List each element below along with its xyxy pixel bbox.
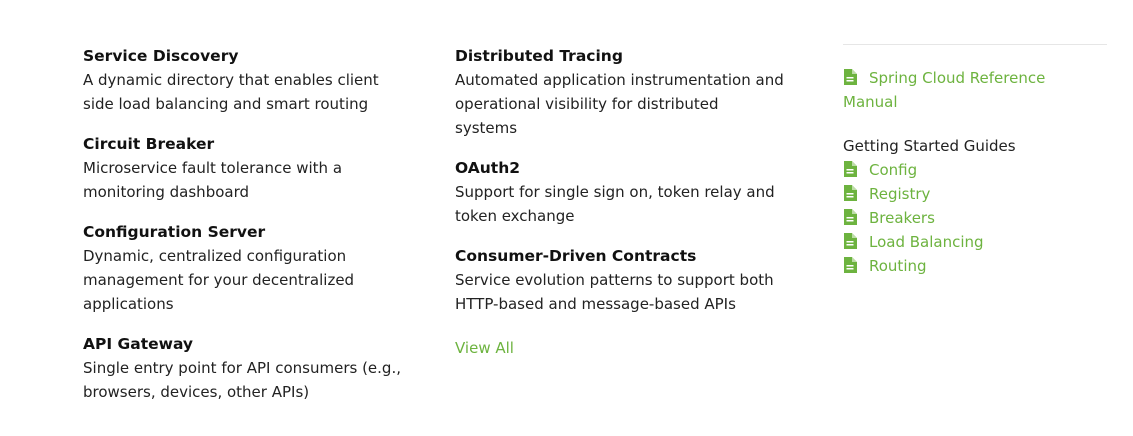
document-icon (844, 257, 857, 273)
reference-manual-link[interactable]: Spring Cloud Reference Manual (843, 66, 1093, 114)
feature-configuration-server: Configuration Server Dynamic, centralize… (83, 220, 413, 316)
feature-title: Service Discovery (83, 47, 239, 65)
document-icon (844, 161, 857, 177)
feature-title: Circuit Breaker (83, 135, 215, 153)
feature-consumer-driven-contracts: Consumer-Driven Contracts Service evolut… (455, 244, 785, 316)
feature-description: Dynamic, centralized configuration manag… (83, 247, 355, 313)
document-icon (844, 69, 857, 85)
feature-description: Single entry point for API consumers (e.… (83, 359, 401, 401)
guide-link-config[interactable]: Config (843, 158, 1107, 182)
features-column-right: Distributed Tracing Automated applicatio… (455, 44, 785, 360)
features-column-left: Service Discovery A dynamic directory th… (83, 44, 413, 420)
getting-started-guides: Getting Started Guides Config Registry B… (843, 134, 1107, 278)
feature-description: A dynamic directory that enables client … (83, 71, 379, 113)
feature-distributed-tracing: Distributed Tracing Automated applicatio… (455, 44, 785, 140)
feature-description: Automated application instrumentation an… (455, 71, 784, 137)
feature-description: Microservice fault tolerance with a moni… (83, 159, 343, 201)
document-icon (844, 233, 857, 249)
feature-title: Consumer-Driven Contracts (455, 247, 697, 265)
guide-link-breakers[interactable]: Breakers (843, 206, 1107, 230)
guide-label: Load Balancing (869, 233, 984, 251)
guides-heading: Getting Started Guides (843, 137, 1016, 155)
document-icon (844, 185, 857, 201)
feature-description: Service evolution patterns to support bo… (455, 271, 774, 313)
feature-title: API Gateway (83, 335, 194, 353)
guide-label: Config (869, 161, 918, 179)
feature-circuit-breaker: Circuit Breaker Microservice fault toler… (83, 132, 413, 204)
feature-title: Configuration Server (83, 223, 266, 241)
guide-link-load-balancing[interactable]: Load Balancing (843, 230, 1107, 254)
feature-title: Distributed Tracing (455, 47, 623, 65)
guide-link-routing[interactable]: Routing (843, 254, 1107, 278)
guide-label: Breakers (869, 209, 935, 227)
feature-api-gateway: API Gateway Single entry point for API c… (83, 332, 413, 404)
sidebar-divider (843, 44, 1107, 45)
guide-label: Registry (869, 185, 931, 203)
guide-label: Routing (869, 257, 927, 275)
feature-oauth2: OAuth2 Support for single sign on, token… (455, 156, 785, 228)
guide-link-registry[interactable]: Registry (843, 182, 1107, 206)
feature-title: OAuth2 (455, 159, 521, 177)
document-icon (844, 209, 857, 225)
feature-service-discovery: Service Discovery A dynamic directory th… (83, 44, 413, 116)
feature-description: Support for single sign on, token relay … (455, 183, 775, 225)
reference-manual-label: Spring Cloud Reference Manual (843, 69, 1046, 111)
view-all-link[interactable]: View All (455, 336, 514, 360)
